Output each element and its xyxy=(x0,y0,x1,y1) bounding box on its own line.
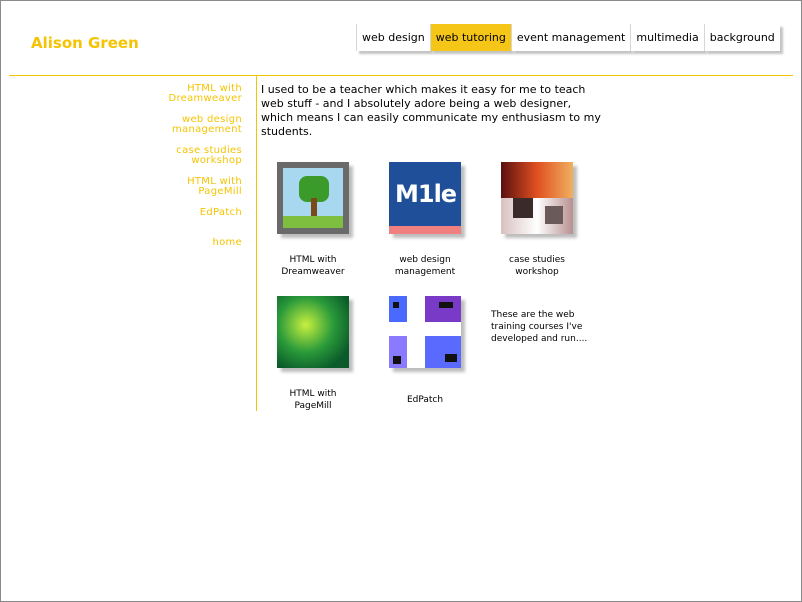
course-edpatch[interactable]: EdPatch xyxy=(370,296,480,406)
course-case-studies-workshop[interactable]: case studies workshop xyxy=(482,162,592,278)
thumb-block xyxy=(393,356,401,364)
side-link-html-pagemill[interactable]: HTML with PageMill xyxy=(168,177,242,197)
side-link-line: Dreamweaver xyxy=(168,93,242,104)
thumb-block xyxy=(439,302,453,308)
pagemill-thumbnail[interactable] xyxy=(277,296,349,368)
tree-trunk xyxy=(311,198,317,216)
thumb-block xyxy=(393,302,399,308)
tab-web-tutoring[interactable]: web tutoring xyxy=(429,24,511,51)
side-link-line: PageMill xyxy=(198,186,242,197)
thumb-lettering: M1le xyxy=(395,180,457,208)
caption-line: HTML with xyxy=(289,389,337,399)
edpatch-thumbnail[interactable] xyxy=(389,296,461,368)
web-design-thumbnail[interactable]: M1le xyxy=(389,162,461,234)
thumb-band xyxy=(389,226,461,234)
side-link-line: workshop xyxy=(191,155,242,166)
thumb-block xyxy=(501,162,573,198)
side-nav: HTML with Dreamweaver web design managem… xyxy=(168,84,242,259)
dreamweaver-tree-thumbnail[interactable] xyxy=(277,162,349,234)
courses-note: These are the web training courses I've … xyxy=(491,310,588,344)
header-divider xyxy=(9,75,793,76)
caption-line: EdPatch xyxy=(406,395,444,405)
thumb-block xyxy=(445,354,457,362)
thumb-block xyxy=(389,296,407,322)
caption-line: web design xyxy=(399,255,451,265)
side-link-web-design-management[interactable]: web design management xyxy=(168,115,242,135)
side-link-case-studies-workshop[interactable]: case studies workshop xyxy=(168,146,242,166)
caption-line: case studies xyxy=(509,255,565,265)
caption-line: management xyxy=(394,267,456,277)
thumb-block xyxy=(545,206,563,224)
case-studies-thumbnail[interactable] xyxy=(501,162,573,234)
course-web-design-management[interactable]: M1le web design management xyxy=(370,162,480,278)
intro-paragraph: I used to be a teacher which makes it ea… xyxy=(261,83,601,138)
tab-web-design[interactable]: web design xyxy=(356,24,430,51)
course-caption[interactable]: HTML with PageMill xyxy=(258,388,368,412)
caption-line: Dreamweaver xyxy=(281,267,345,277)
site-title: Alison Green xyxy=(31,34,139,52)
thumb-block xyxy=(425,336,461,368)
course-html-dreamweaver[interactable]: HTML with Dreamweaver xyxy=(258,162,368,278)
sidebar-divider xyxy=(256,76,257,411)
tab-multimedia[interactable]: multimedia xyxy=(630,24,704,51)
side-link-html-dreamweaver[interactable]: HTML with Dreamweaver xyxy=(168,84,242,104)
course-caption[interactable]: HTML with Dreamweaver xyxy=(258,254,368,278)
side-link-line: EdPatch xyxy=(199,207,242,218)
course-html-pagemill[interactable]: HTML with PageMill xyxy=(258,296,368,412)
caption-line: PageMill xyxy=(294,401,332,411)
thumb-block xyxy=(513,198,533,218)
top-nav: web design web tutoring event management… xyxy=(356,24,780,51)
course-caption[interactable]: case studies workshop xyxy=(482,254,592,278)
course-caption[interactable]: web design management xyxy=(370,254,480,278)
thumb-ground xyxy=(283,216,343,228)
side-link-home[interactable]: home xyxy=(168,238,242,248)
side-link-line: home xyxy=(212,237,242,248)
tab-background[interactable]: background xyxy=(703,24,780,51)
thumb-block xyxy=(425,296,461,322)
side-link-line: management xyxy=(172,124,242,135)
side-link-edpatch[interactable]: EdPatch xyxy=(168,208,242,218)
caption-line: HTML with xyxy=(289,255,337,265)
tab-event-management[interactable]: event management xyxy=(510,24,631,51)
course-caption[interactable]: EdPatch xyxy=(370,394,480,406)
caption-line: workshop xyxy=(515,267,559,277)
